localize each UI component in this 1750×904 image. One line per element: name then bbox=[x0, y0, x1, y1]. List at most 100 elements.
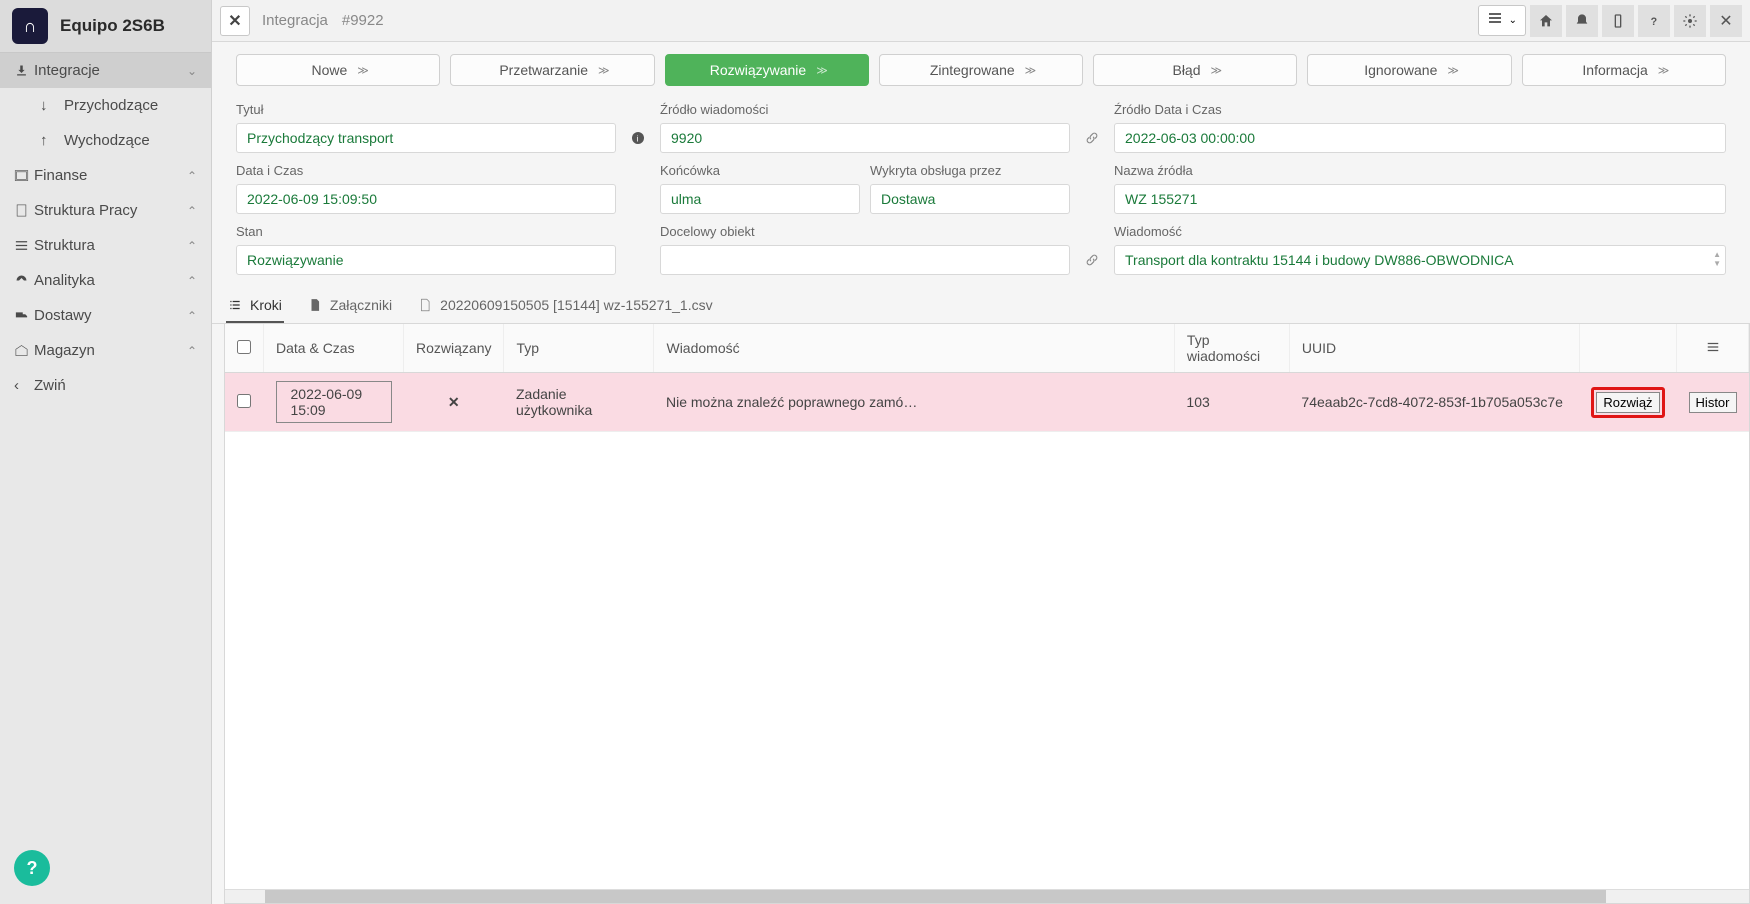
sidebar-item-label: Przychodzące bbox=[64, 97, 197, 114]
th-rozwiazany[interactable]: Rozwiązany bbox=[404, 324, 504, 373]
settings-button[interactable] bbox=[1674, 5, 1706, 37]
breadcrumb-module: Integracja bbox=[262, 12, 328, 29]
chevron-up-icon: ⌃ bbox=[187, 309, 197, 323]
building-icon bbox=[14, 203, 34, 218]
sidebar-item-integracje[interactable]: Integracje ⌄ bbox=[0, 53, 211, 88]
help-fab[interactable]: ? bbox=[14, 850, 50, 886]
label-wykryta: Wykryta obsługa przez bbox=[870, 159, 1070, 178]
status-rozwiazywanie[interactable]: Rozwiązywanie≫ bbox=[665, 54, 869, 86]
field-data-czas[interactable]: 2022-06-09 15:09:50 bbox=[236, 184, 616, 214]
historia-button[interactable]: Histor bbox=[1689, 392, 1737, 413]
field-nazwa-zrodla[interactable]: WZ 155271 bbox=[1114, 184, 1726, 214]
status-zintegrowane[interactable]: Zintegrowane≫ bbox=[879, 54, 1083, 86]
tab-label: Kroki bbox=[250, 297, 282, 313]
sidebar-item-analityka[interactable]: Analityka ⌃ bbox=[0, 263, 211, 298]
th-typwiadomosci[interactable]: Typ wiadomości bbox=[1174, 324, 1289, 373]
status-nowe[interactable]: Nowe≫ bbox=[236, 54, 440, 86]
sidebar-item-label: Zwiń bbox=[34, 377, 197, 394]
sidebar-item-label: Integracje bbox=[34, 62, 187, 79]
gauge-icon bbox=[14, 273, 34, 288]
th-menu[interactable] bbox=[1677, 324, 1749, 373]
close-window-button[interactable]: ✕ bbox=[1710, 5, 1742, 37]
tabs-row: Kroki Załączniki 20220609150505 [15144] … bbox=[212, 283, 1750, 324]
tab-zalaczniki[interactable]: Załączniki bbox=[306, 291, 394, 323]
status-ignorowane[interactable]: Ignorowane≫ bbox=[1307, 54, 1511, 86]
breadcrumb: Integracja #9922 bbox=[262, 12, 384, 29]
th-action1 bbox=[1579, 324, 1676, 373]
label-docelowy: Docelowy obiekt bbox=[660, 220, 1070, 239]
main: ✕ Integracja #9922 ⌄ ? ✕ Nowe≫ Przetw bbox=[212, 0, 1750, 904]
table-header-row: Data & Czas Rozwiązany Typ Wiadomość Typ… bbox=[225, 324, 1749, 373]
truck-icon bbox=[14, 308, 34, 323]
status-informacja[interactable]: Informacja≫ bbox=[1522, 54, 1726, 86]
label-wiadomosc: Wiadomość bbox=[1114, 220, 1726, 239]
sidebar-item-finanse[interactable]: Finanse ⌃ bbox=[0, 158, 211, 193]
double-chevron-icon: ≫ bbox=[1211, 64, 1219, 77]
status-blad[interactable]: Błąd≫ bbox=[1093, 54, 1297, 86]
chevron-up-icon: ⌃ bbox=[187, 274, 197, 288]
list-icon bbox=[228, 298, 242, 312]
cell-typ: Zadanie użytkownika bbox=[504, 373, 654, 432]
sidebar-item-zwin[interactable]: ‹ Zwiń bbox=[0, 368, 211, 403]
status-label: Nowe bbox=[311, 62, 347, 78]
home-button[interactable] bbox=[1530, 5, 1562, 37]
sidebar-item-dostawy[interactable]: Dostawy ⌃ bbox=[0, 298, 211, 333]
tab-label: Załączniki bbox=[330, 297, 392, 313]
status-label: Rozwiązywanie bbox=[710, 62, 806, 78]
th-wiadomosc[interactable]: Wiadomość bbox=[654, 324, 1174, 373]
sidebar-item-struktura[interactable]: Struktura ⌃ bbox=[0, 228, 211, 263]
cell-uuid: 74eaab2c-7cd8-4072-853f-1b705a053c7e bbox=[1289, 373, 1579, 432]
field-zrodlo-data[interactable]: 2022-06-03 00:00:00 bbox=[1114, 123, 1726, 153]
textarea-scroll-icon[interactable]: ▲▼ bbox=[1713, 250, 1721, 268]
arrow-up-icon: ↑ bbox=[40, 132, 64, 149]
chevron-up-icon: ⌃ bbox=[187, 344, 197, 358]
sidebar-item-przychodzace[interactable]: ↓ Przychodzące bbox=[26, 88, 211, 123]
link-icon[interactable] bbox=[1080, 245, 1104, 275]
file-icon bbox=[308, 298, 322, 312]
view-menu-dropdown[interactable]: ⌄ bbox=[1478, 5, 1526, 36]
tab-label: 20220609150505 [15144] wz-155271_1.csv bbox=[440, 297, 712, 313]
cell-date[interactable]: 2022-06-09 15:09 bbox=[276, 381, 392, 423]
status-label: Informacja bbox=[1582, 62, 1647, 78]
chevron-down-icon: ⌄ bbox=[187, 64, 197, 78]
help-button[interactable]: ? bbox=[1638, 5, 1670, 37]
field-zrodlo-wiadomosci[interactable]: 9920 bbox=[660, 123, 1070, 153]
th-typ[interactable]: Typ bbox=[504, 324, 654, 373]
field-stan[interactable]: Rozwiązywanie bbox=[236, 245, 616, 275]
mobile-button[interactable] bbox=[1602, 5, 1634, 37]
status-label: Zintegrowane bbox=[930, 62, 1015, 78]
sidebar-item-struktura-pracy[interactable]: Struktura Pracy ⌃ bbox=[0, 193, 211, 228]
field-wykryta[interactable]: Dostawa bbox=[870, 184, 1070, 214]
th-data[interactable]: Data & Czas bbox=[264, 324, 404, 373]
money-icon bbox=[14, 168, 34, 183]
chevron-up-icon: ⌃ bbox=[187, 204, 197, 218]
notifications-button[interactable] bbox=[1566, 5, 1598, 37]
tab-kroki[interactable]: Kroki bbox=[226, 291, 284, 323]
th-uuid[interactable]: UUID bbox=[1289, 324, 1579, 373]
rozwiaz-button[interactable]: Rozwiąż bbox=[1596, 392, 1659, 413]
link-icon[interactable] bbox=[1080, 123, 1104, 153]
tab-file[interactable]: 20220609150505 [15144] wz-155271_1.csv bbox=[416, 291, 714, 323]
select-all-checkbox[interactable] bbox=[237, 340, 251, 354]
sidebar-item-magazyn[interactable]: Magazyn ⌃ bbox=[0, 333, 211, 368]
label-nazwa-zrodla: Nazwa źródła bbox=[1114, 159, 1726, 178]
svg-text:i: i bbox=[637, 133, 639, 143]
warehouse-icon bbox=[14, 343, 34, 358]
horizontal-scrollbar[interactable] bbox=[225, 889, 1749, 903]
sidebar-item-wychodzace[interactable]: ↑ Wychodzące bbox=[26, 123, 211, 158]
download-icon bbox=[14, 63, 34, 78]
field-koncowka[interactable]: ulma bbox=[660, 184, 860, 214]
double-chevron-icon: ≫ bbox=[1447, 64, 1455, 77]
status-przetwarzanie[interactable]: Przetwarzanie≫ bbox=[450, 54, 654, 86]
row-checkbox[interactable] bbox=[237, 394, 251, 408]
field-docelowy[interactable] bbox=[660, 245, 1070, 275]
file-icon bbox=[418, 298, 432, 312]
field-wiadomosc[interactable]: Transport dla kontraktu 15144 i budowy D… bbox=[1114, 245, 1726, 275]
close-tab-button[interactable]: ✕ bbox=[220, 6, 250, 36]
table-row[interactable]: 2022-06-09 15:09 ✕ Zadanie użytkownika N… bbox=[225, 373, 1749, 432]
cell-typwiad: 103 bbox=[1174, 373, 1289, 432]
breadcrumb-id: #9922 bbox=[342, 12, 384, 29]
info-icon[interactable]: i bbox=[626, 123, 650, 153]
menu-icon bbox=[1487, 10, 1503, 31]
field-tytul[interactable]: Przychodzący transport bbox=[236, 123, 616, 153]
